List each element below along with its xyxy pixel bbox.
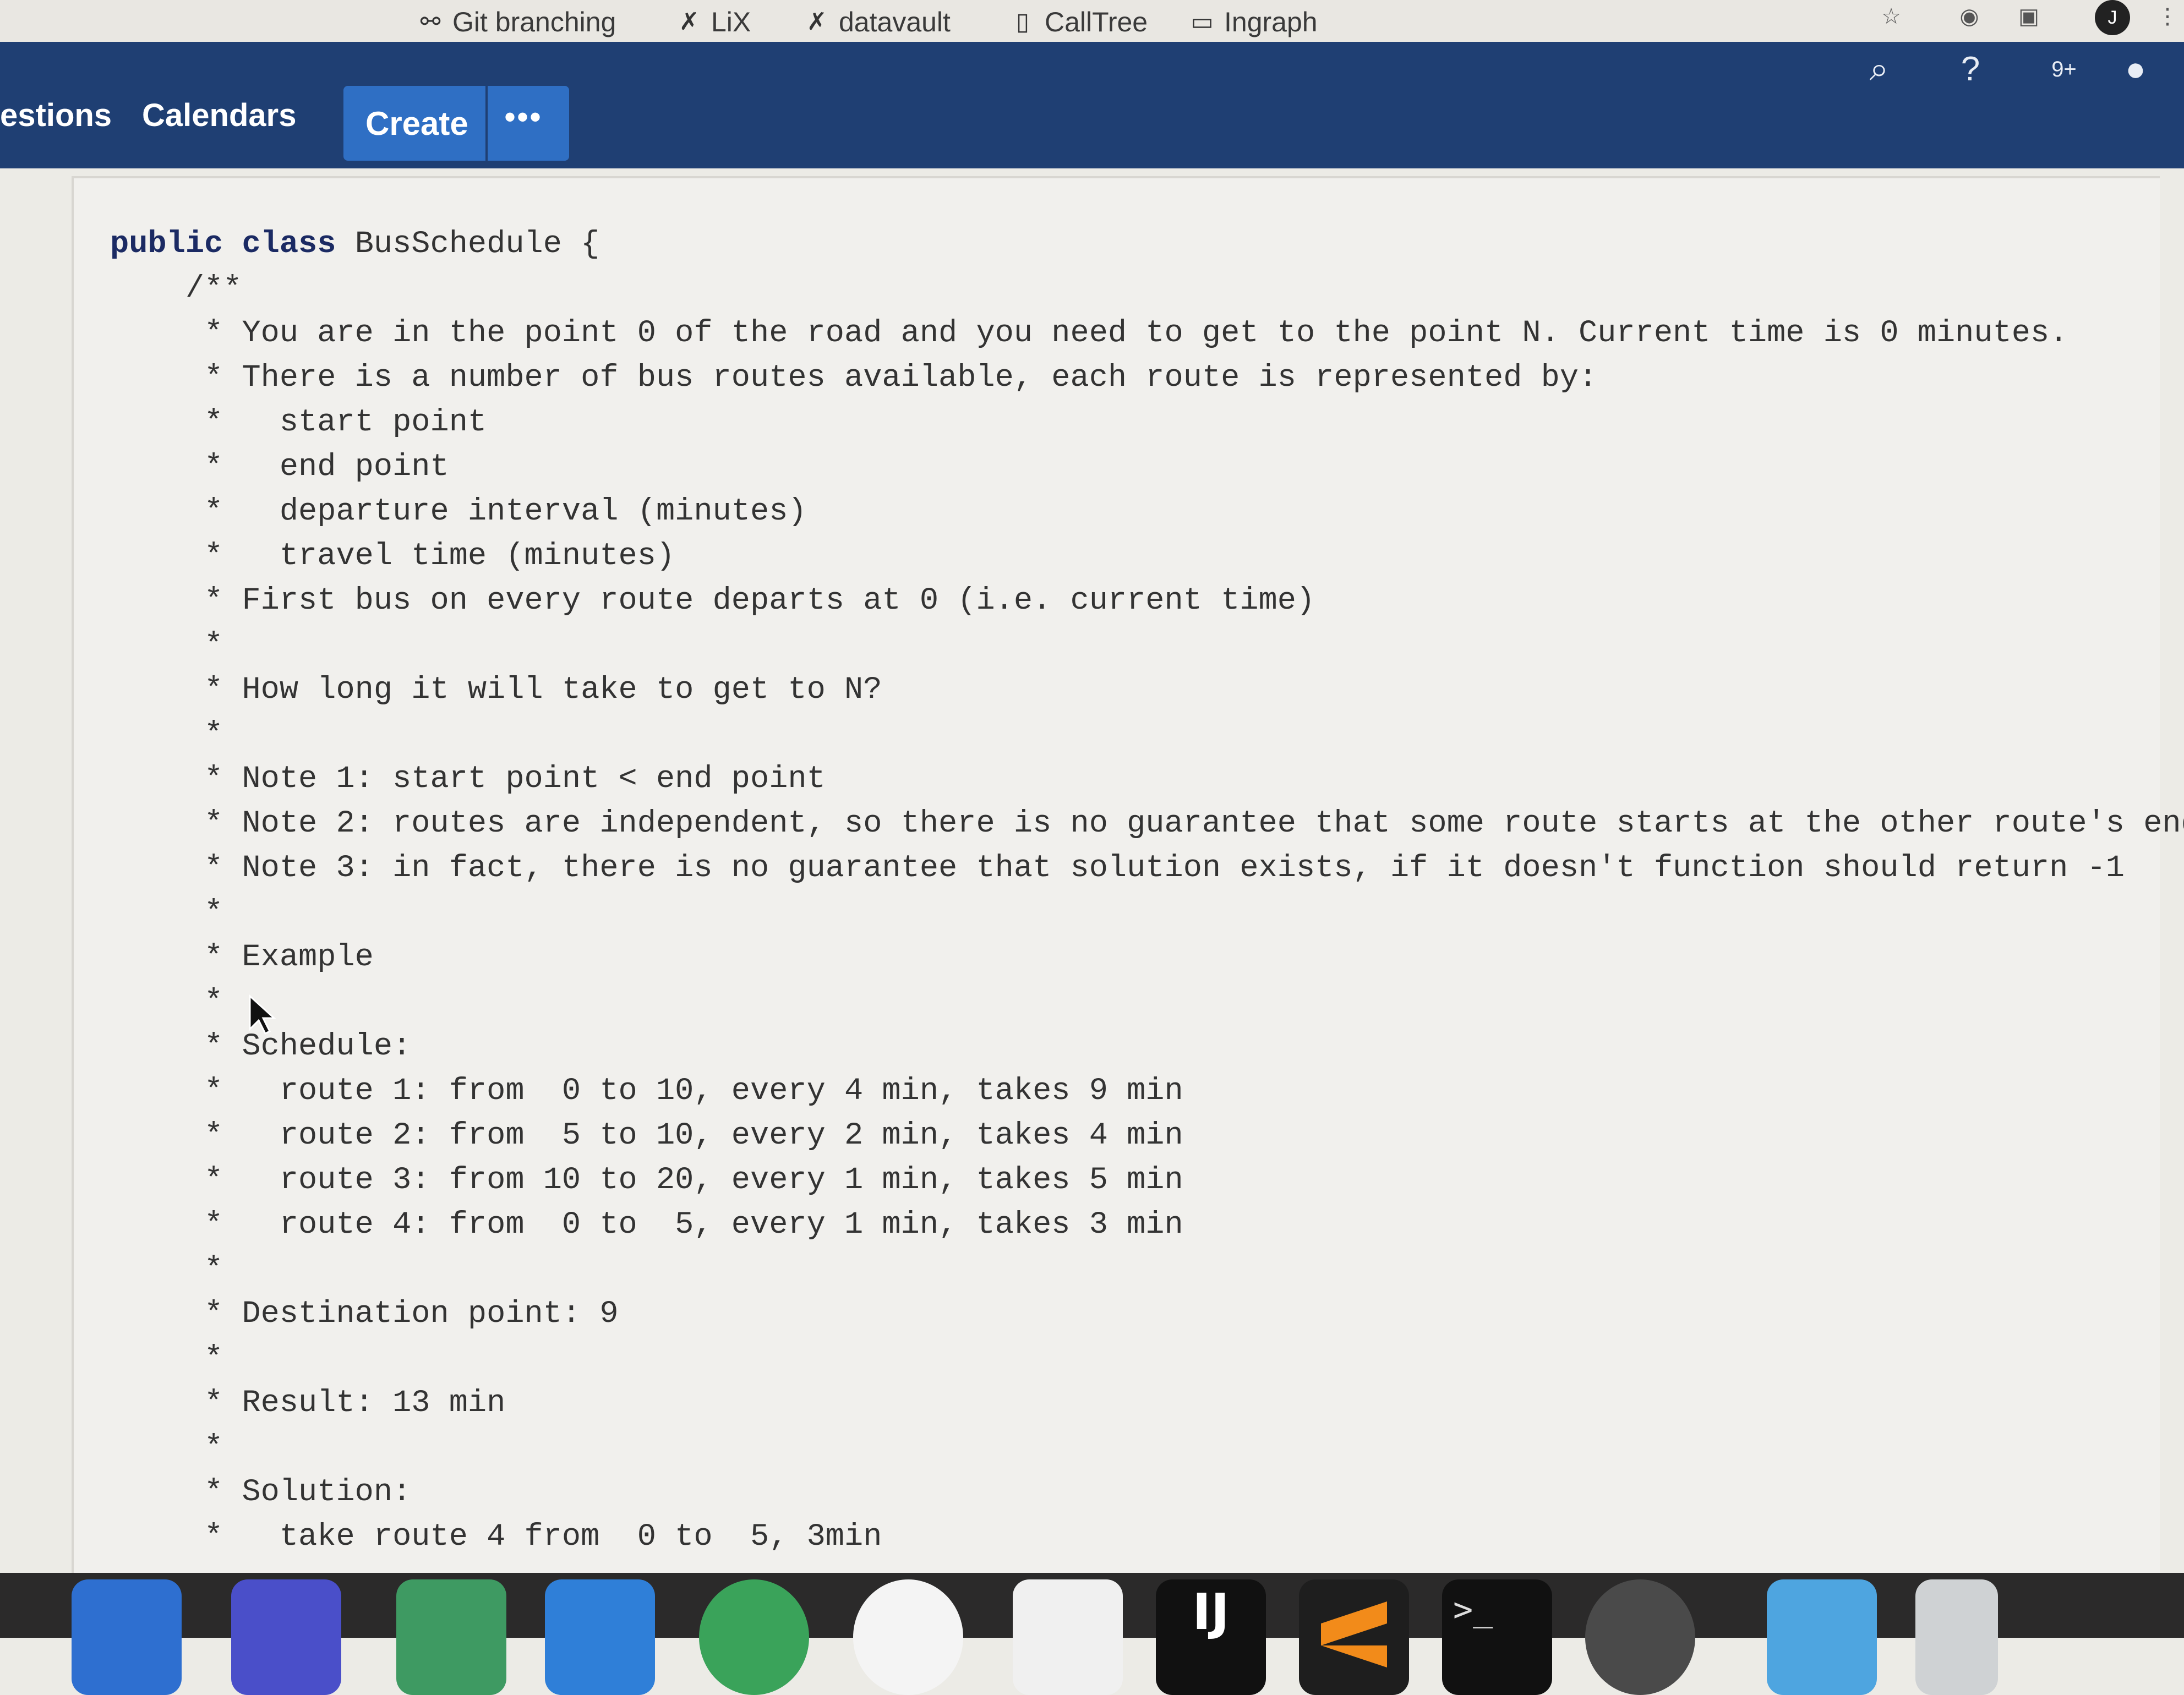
nav-item-calendars[interactable]: Calendars [142,97,296,134]
code-line: * Note 2: routes are independent, so the… [110,806,2184,841]
intellij-label: IJ [1192,1583,1230,1641]
code-line: * [110,717,223,752]
bookmark-ingraph[interactable]: ▭ Ingraph [1190,3,1318,41]
search-icon[interactable]: ⌕ [1852,42,1907,97]
code-line: * Note 1: start point < end point [110,762,826,797]
code-line: * route 3: from 10 to 20, every 1 min, t… [110,1163,1183,1198]
code-line: * There is a number of bus routes availa… [110,360,1598,396]
bookmark-label: Ingraph [1224,7,1318,37]
calendar-icon[interactable] [231,1579,341,1695]
dock: IJ >_ [0,1573,2184,1695]
mail-icon[interactable] [545,1579,655,1695]
code-line: * Schedule: [110,1029,412,1064]
nav-item-questions[interactable]: estions [0,97,112,134]
chrome-icon[interactable] [699,1579,809,1695]
link-icon: ⚯ [420,8,441,35]
bookmark-git-branching[interactable]: ⚯ Git branching [418,3,616,41]
code-line: * You are in the point 0 of the road and… [110,316,2068,351]
code-line: * Example [110,940,374,975]
lix-icon: ✗ [679,8,700,35]
code-line: * Result: 13 min [110,1386,506,1421]
intellij-icon[interactable]: IJ [1156,1579,1266,1695]
sublime-icon[interactable] [1299,1579,1409,1695]
bookmark-label: datavault [839,7,951,37]
code-line: * [110,985,223,1020]
code-line: /** [110,271,242,307]
sublime-logo-icon [1321,1601,1387,1667]
downloads-folder-icon[interactable] [1767,1579,1877,1695]
extension-icon[interactable]: ▣ [2014,0,2043,33]
bookmark-label: LiX [711,7,751,37]
top-nav: estions Calendars Create ••• ⌕ ? 9+ ● [0,42,2184,168]
code-block: public class BusSchedule { /** * You are… [72,176,2184,1587]
code-line: public class BusSchedule { [110,222,2184,267]
code-listing: public class BusSchedule { /** * You are… [110,222,2184,1560]
code-line: * [110,628,223,663]
code-line: * route 2: from 5 to 10, every 2 min, ta… [110,1118,1183,1153]
code-line: * departure interval (minutes) [110,494,807,529]
code-line: * travel time (minutes) [110,539,675,574]
code-line: * [110,1341,223,1376]
create-divider [485,86,488,161]
code-line: * [110,895,223,931]
extension-icon[interactable]: ◉ [1955,0,1984,33]
wifi-icon[interactable] [853,1579,963,1695]
bookmark-datavault[interactable]: ✗ datavault [805,3,951,41]
code-line: * Note 3: in fact, there is no guarantee… [110,851,2125,886]
bookmark-label: Git branching [452,7,616,37]
terminal-label: >_ [1453,1590,1493,1629]
trash-icon[interactable] [1915,1579,1998,1695]
help-icon[interactable]: ? [1943,42,1998,97]
code-line: * Solution: [110,1475,412,1510]
code-line: * First bus on every route departs at 0 … [110,583,1315,619]
bookmark-star-icon[interactable]: ☆ [1877,0,1905,33]
maps-icon[interactable] [396,1579,506,1695]
bookmark-lix[interactable]: ✗ LiX [677,3,751,41]
more-icon[interactable]: ••• [504,98,542,136]
system-preferences-icon[interactable] [1585,1579,1695,1695]
terminal-icon[interactable]: >_ [1442,1579,1552,1695]
browser-menu-icon[interactable]: ⋮ [2153,0,2182,33]
code-line: * take route 4 from 0 to 5, 3min [110,1519,882,1555]
create-button-group: Create ••• [343,86,569,161]
code-line: * [110,1252,223,1287]
profile-avatar[interactable]: J [2095,0,2130,35]
bookmark-calltree[interactable]: ▯ CallTree [1011,3,1148,41]
slack-icon[interactable] [1013,1579,1123,1695]
document-icon: ▯ [1015,8,1030,35]
code-text: BusSchedule { [354,227,600,262]
code-line: * [110,1430,223,1466]
code-line: * start point [110,405,487,440]
code-line: * How long it will take to get to N? [110,672,882,708]
bookmark-label: CallTree [1045,7,1148,37]
finder-icon[interactable] [72,1579,182,1695]
notifications-badge: 9+ [2051,57,2077,81]
code-line: * route 1: from 0 to 10, every 4 min, ta… [110,1074,1183,1109]
code-line: * end point [110,450,449,485]
code-line: * route 4: from 0 to 5, every 1 min, tak… [110,1207,1183,1243]
mouse-cursor-icon [249,994,276,1035]
user-icon[interactable]: ● [2108,42,2163,97]
code-keyword: public class [110,227,336,262]
folder-icon: ▭ [1191,8,1214,35]
profile-initial: J [2107,7,2117,28]
code-line: * Destination point: 9 [110,1297,619,1332]
create-button[interactable]: Create [365,105,468,143]
lix-icon: ✗ [806,8,827,35]
bookmarks-bar: ⚯ Git branching ✗ LiX ✗ datavault ▯ Call… [0,0,2184,45]
notifications-icon[interactable]: 9+ [2036,42,2092,97]
